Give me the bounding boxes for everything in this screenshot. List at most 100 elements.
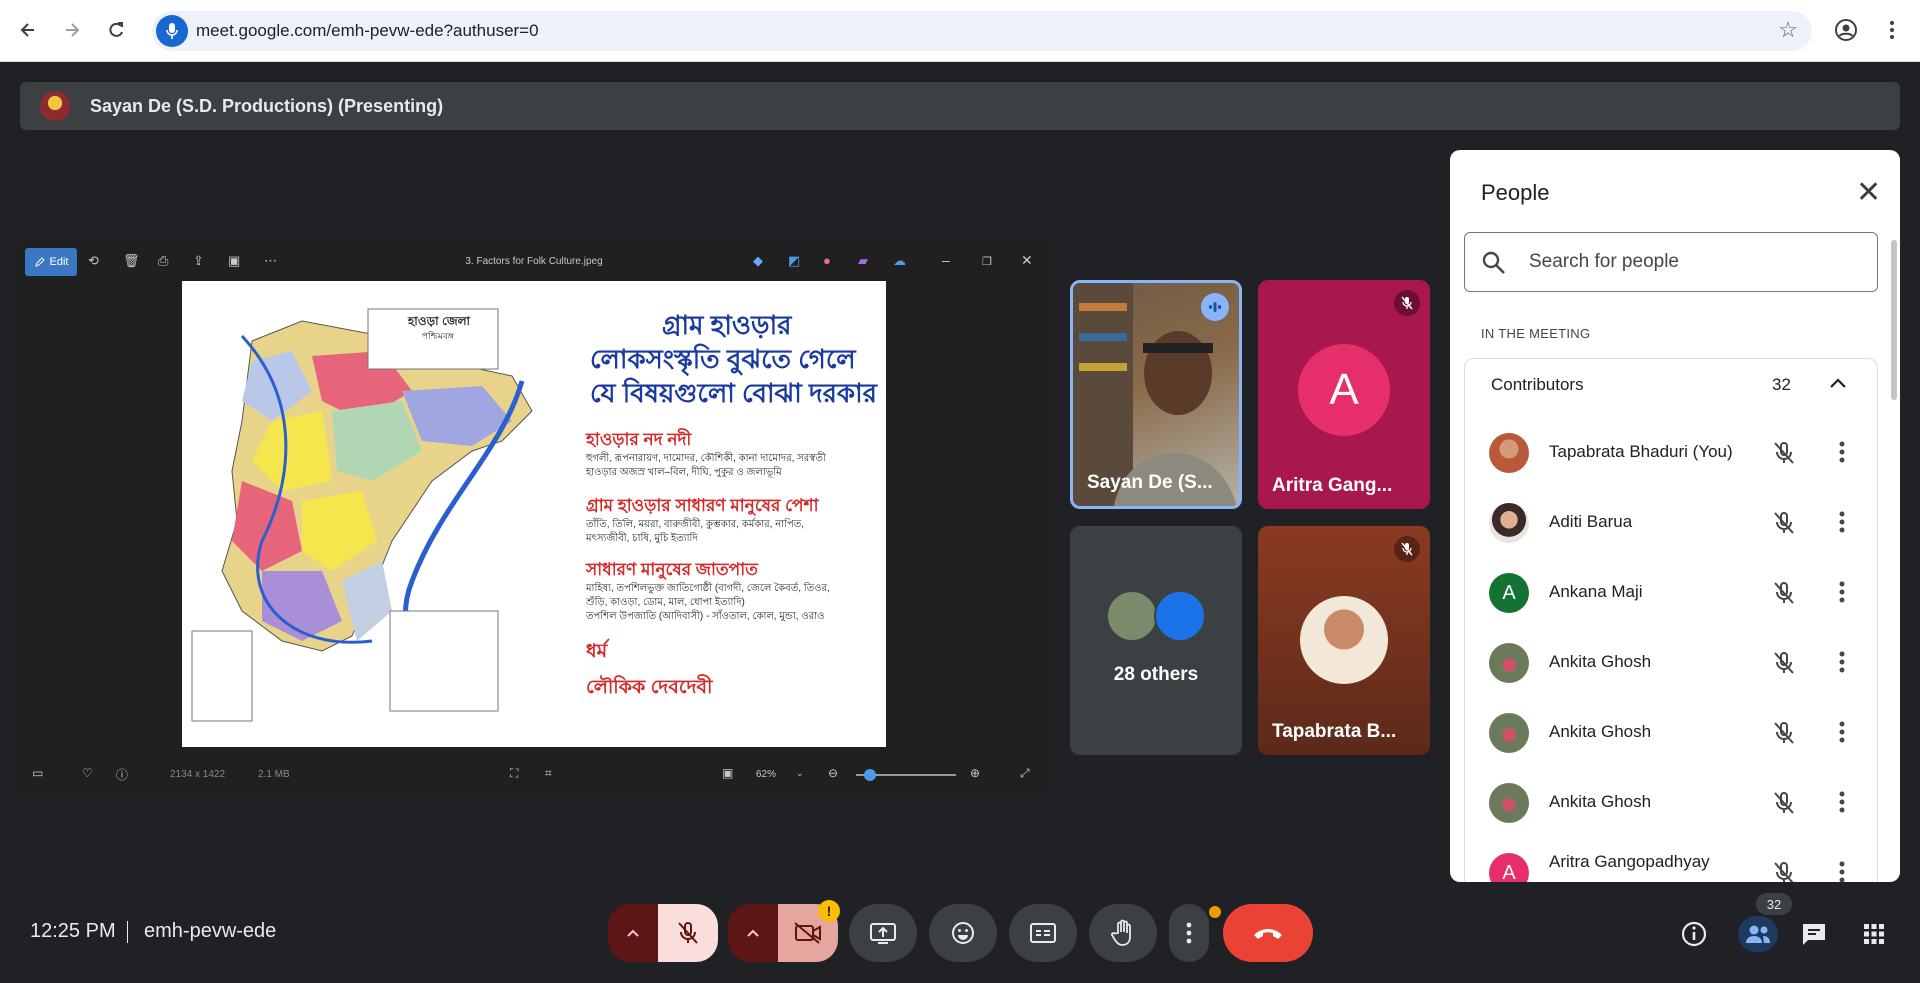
avatar: A (1489, 573, 1529, 613)
list-item[interactable]: A Ankana Maji (1465, 558, 1877, 628)
tile-tapabrata-name: Tapabrata B... (1272, 721, 1397, 742)
people-scrollbar[interactable] (1891, 240, 1897, 400)
mic-off-icon[interactable] (1771, 510, 1797, 536)
meeting-info-icon[interactable] (1678, 918, 1710, 950)
more-vert-icon (1186, 922, 1192, 944)
participant-name: Aritra Gangopadhyay (1549, 852, 1710, 871)
mic-off-icon[interactable] (1771, 440, 1797, 466)
mic-off-icon[interactable] (1771, 650, 1797, 676)
in-meeting-label: IN THE MEETING (1481, 326, 1591, 341)
more-options-icon[interactable] (1839, 510, 1845, 534)
participant-list: Tapabrata Bhaduri (You) Aditi Barua A An… (1464, 418, 1878, 882)
more-options-icon[interactable] (1839, 650, 1845, 674)
zoom-in-icon: ⊕ (970, 766, 981, 780)
participant-name: Ankana Maji (1549, 582, 1643, 601)
contributors-header[interactable]: Contributors 32 (1464, 358, 1878, 418)
tile-others[interactable]: 28 others (1070, 526, 1242, 755)
reactions-button[interactable] (929, 904, 997, 962)
activities-icon[interactable] (1858, 918, 1890, 950)
tile-sayan-name: Sayan De (S... (1087, 472, 1213, 493)
more-options-icon[interactable] (1839, 720, 1845, 744)
people-icon[interactable] (1738, 916, 1778, 952)
more-options-icon[interactable] (1839, 790, 1845, 814)
chat-icon[interactable] (1798, 918, 1830, 950)
search-icon (1482, 251, 1505, 274)
photo-edit-icon: ◩ (788, 253, 801, 268)
mic-off-icon[interactable] (1771, 790, 1797, 816)
others-avatar-1 (1106, 590, 1158, 642)
participant-name: Ankita Ghosh (1549, 722, 1652, 741)
map-district-sub: পশ্চিমবঙ্গ (422, 331, 454, 341)
favorite-icon: ♡ (82, 766, 93, 780)
close-icon[interactable]: ✕ (1856, 178, 1881, 208)
more-options-icon[interactable] (1839, 440, 1845, 464)
paint-icon: ● (823, 253, 831, 268)
clipchamp-icon: ▰ (858, 253, 868, 268)
mic-toggle-button[interactable] (658, 904, 718, 962)
list-item[interactable]: Ankita Ghosh (1465, 768, 1877, 838)
back-arrow-icon[interactable] (12, 14, 44, 46)
chevron-up-icon (627, 929, 639, 937)
list-item[interactable]: Ankita Ghosh (1465, 628, 1877, 698)
people-title: People (1481, 180, 1550, 205)
address-bar[interactable]: meet.google.com/emh-pevw-ede?authuser=0 … (152, 11, 1812, 51)
tile-aritra[interactable]: A Aritra Gang... (1258, 280, 1430, 509)
zoom-slider-thumb (864, 769, 876, 781)
tile-tapabrata[interactable]: Tapabrata B... (1258, 526, 1430, 755)
captions-button[interactable] (1009, 904, 1077, 962)
participant-name: Ankita Ghosh (1549, 792, 1652, 811)
restore-icon: ❐ (982, 256, 992, 268)
contributors-count: 32 (1772, 375, 1791, 394)
leave-call-button[interactable] (1223, 904, 1313, 962)
tile-sayan[interactable]: Sayan De (S... (1070, 280, 1242, 509)
copilot-icon: ◆ (753, 253, 763, 268)
viewer-statusbar: ▭ ♡ ⓘ 2134 x 1422 2.1 MB ⛶ ⌗ ▣ 62% ⌄ ⊖ ⊕… (20, 756, 1048, 792)
avatar (1489, 713, 1529, 753)
presenter-name: Sayan De (S.D. Productions) (Presenting) (90, 96, 444, 116)
more-options-icon[interactable] (1839, 860, 1845, 882)
religion-title: ধর্ম (586, 641, 608, 662)
participant-name: Tapabrata Bhaduri (You) (1549, 442, 1733, 461)
zoom-out-icon: ⊖ (828, 766, 839, 780)
forward-arrow-icon[interactable] (56, 14, 88, 46)
browser-menu-icon[interactable] (1876, 14, 1908, 46)
search-people-input[interactable]: Search for people (1464, 232, 1878, 292)
others-avatar-2 (1154, 590, 1206, 642)
people-count-badge: 32 (1756, 893, 1792, 915)
minimize-icon: – (942, 252, 950, 268)
browser-toolbar: meet.google.com/emh-pevw-ede?authuser=0 … (0, 0, 1920, 62)
reload-icon[interactable] (100, 14, 132, 46)
mic-site-icon[interactable] (156, 15, 188, 47)
chevron-up-icon (747, 929, 759, 937)
speaking-indicator-icon (1201, 293, 1229, 321)
mic-off-icon[interactable] (1771, 720, 1797, 746)
tapabrata-avatar (1300, 596, 1388, 684)
list-item[interactable]: A Aritra Gangopadhyay (1465, 838, 1877, 882)
onedrive-icon: ☁ (893, 253, 906, 268)
list-item[interactable]: Ankita Ghosh (1465, 698, 1877, 768)
deity-title: লৌকিক দেবদেবী (586, 677, 713, 698)
mic-off-icon[interactable] (1771, 580, 1797, 606)
meeting-code: emh-pevw-ede (144, 920, 277, 942)
list-item[interactable]: Aditi Barua (1465, 488, 1877, 558)
mic-off-icon (678, 922, 698, 944)
list-item[interactable]: Tapabrata Bhaduri (You) (1465, 418, 1877, 488)
audio-options-button[interactable] (608, 904, 658, 962)
tile-aritra-name: Aritra Gang... (1272, 475, 1393, 496)
more-options-icon[interactable] (1839, 580, 1845, 604)
raise-hand-button[interactable] (1089, 904, 1157, 962)
muted-icon (1394, 290, 1420, 316)
profile-icon[interactable] (1830, 14, 1862, 46)
present-button[interactable] (849, 904, 917, 962)
mic-off-icon[interactable] (1771, 860, 1797, 882)
aritra-avatar: A (1298, 344, 1390, 436)
zoom-dropdown-icon: ⌄ (796, 768, 804, 778)
avatar (1489, 503, 1529, 543)
video-options-button[interactable] (728, 904, 778, 962)
image-file-size: 2.1 MB (258, 769, 290, 780)
camera-off-icon (794, 922, 821, 944)
url-text: meet.google.com/emh-pevw-ede?authuser=0 (196, 21, 539, 40)
bookmark-star-icon[interactable]: ☆ (1778, 17, 1798, 43)
more-options-button[interactable] (1169, 904, 1209, 962)
occupation-text2: মৎস্যজীবী, চাষি, মুচি ইত্যাদি (586, 533, 698, 544)
